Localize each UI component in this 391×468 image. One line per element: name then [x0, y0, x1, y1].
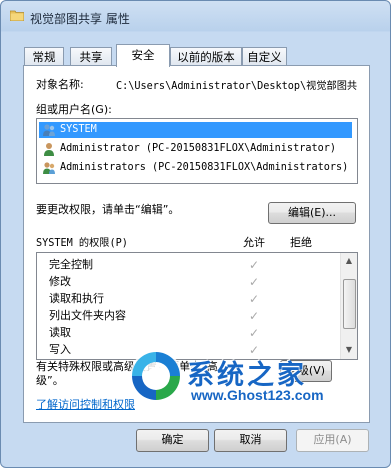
tab-sharing[interactable]: 共享	[70, 47, 112, 66]
apply-button[interactable]: 应用(A)	[296, 429, 369, 452]
object-name-value: C:\Users\Administrator\Desktop\视觉部图共	[116, 81, 358, 92]
special-permissions-text-2: 级”。	[36, 374, 64, 387]
title-bar[interactable]: 视觉部图共享 属性	[1, 1, 390, 31]
user-item-administrator[interactable]: Administrator (PC-20150831FLOX\Administr…	[39, 141, 352, 157]
permissions-list[interactable]: 完全控制 ✓ 修改 ✓ 读取和执行 ✓ 列出文件夹内容 ✓ 读取 ✓ 写入 ✓ …	[36, 252, 358, 360]
learn-access-control-link[interactable]: 了解访问控制和权限	[36, 396, 135, 412]
allow-check-icon: ✓	[249, 275, 260, 289]
system-user-icon	[43, 124, 55, 136]
window-title: 视觉部图共享 属性	[30, 12, 130, 26]
permissions-header: SYSTEM 的权限(P)	[36, 238, 128, 249]
object-name-label: 对象名称:	[36, 78, 84, 91]
tab-customize[interactable]: 自定义	[242, 47, 287, 66]
tab-security[interactable]: 安全	[116, 44, 170, 67]
permission-name: 读取和执行	[49, 292, 104, 305]
permission-row: 写入 ✓	[37, 342, 337, 359]
permissions-scrollbar[interactable]: ▲ ▼	[340, 253, 357, 359]
security-panel: 对象名称: C:\Users\Administrator\Desktop\视觉部…	[23, 65, 370, 423]
user-name: Administrator (PC-20150831FLOX\Administr…	[60, 143, 337, 154]
scroll-up-icon[interactable]: ▲	[342, 254, 356, 268]
permission-row: 列出文件夹内容 ✓	[37, 308, 337, 325]
properties-window: 视觉部图共享 属性 常规 共享 安全 以前的版本 自定义 对象名称: C:\Us…	[0, 0, 391, 468]
ok-button[interactable]: 确定	[136, 429, 209, 452]
edit-hint: 要更改权限，请单击“编辑”。	[36, 203, 180, 216]
allow-column-header: 允许	[243, 236, 265, 249]
advanced-button[interactable]: 高级(V)	[280, 360, 332, 382]
allow-check-icon: ✓	[249, 292, 260, 306]
permission-name: 列出文件夹内容	[49, 309, 126, 322]
permission-row: 读取和执行 ✓	[37, 291, 337, 308]
permission-row: 修改 ✓	[37, 274, 337, 291]
admin-user-icon	[44, 143, 54, 156]
scroll-down-icon[interactable]: ▼	[342, 343, 356, 357]
user-list[interactable]: SYSTEM Administrator (PC-20150831FLOX\Ad…	[36, 118, 358, 184]
folder-icon	[10, 10, 24, 21]
permission-name: 读取	[49, 326, 71, 339]
permission-row: 读取 ✓	[37, 325, 337, 342]
tab-previous-versions[interactable]: 以前的版本	[170, 47, 242, 66]
edit-button[interactable]: 编辑(E)...	[268, 202, 356, 224]
allow-check-icon: ✓	[249, 309, 260, 323]
user-item-administrators[interactable]: Administrators (PC-20150831FLOX\Administ…	[39, 160, 352, 176]
deny-column-header: 拒绝	[290, 236, 312, 249]
user-name: Administrators (PC-20150831FLOX\Administ…	[60, 162, 349, 173]
permission-row: 完全控制 ✓	[37, 257, 337, 274]
allow-check-icon: ✓	[249, 343, 260, 357]
allow-check-icon: ✓	[249, 258, 260, 272]
permission-name: 写入	[49, 343, 71, 356]
permission-name: 完全控制	[49, 258, 93, 271]
user-name: SYSTEM	[60, 124, 97, 135]
scroll-thumb[interactable]	[343, 279, 356, 329]
admin-group-icon	[43, 162, 55, 174]
allow-check-icon: ✓	[249, 326, 260, 340]
user-item-system[interactable]: SYSTEM	[39, 122, 352, 138]
groups-label: 组或用户名(G):	[36, 103, 112, 116]
permission-name: 修改	[49, 275, 71, 288]
tab-general[interactable]: 常规	[24, 47, 64, 66]
cancel-button[interactable]: 取消	[214, 429, 287, 452]
